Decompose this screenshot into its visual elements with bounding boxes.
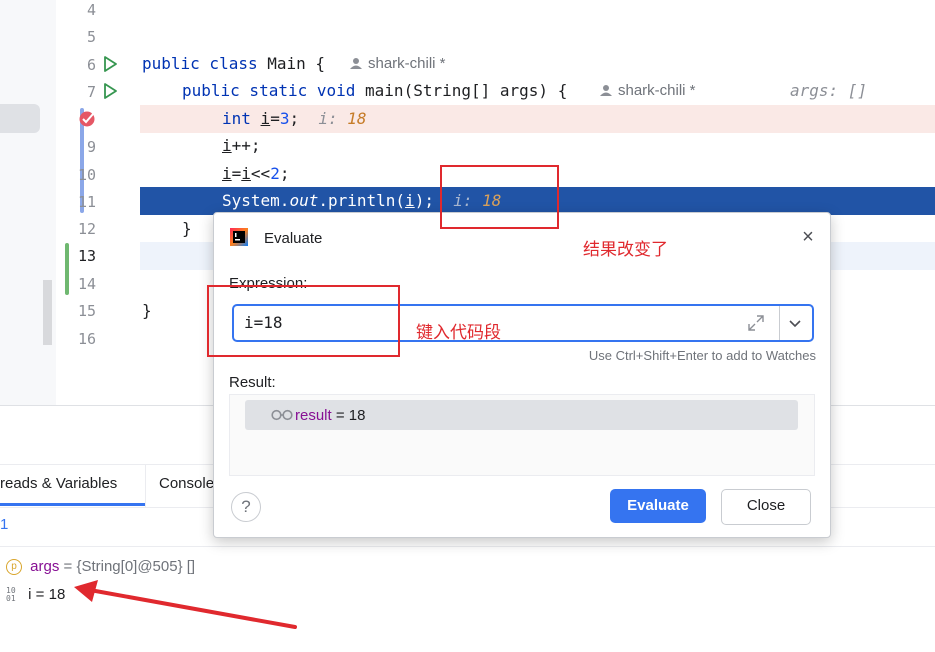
breakpoint-icon[interactable]: [78, 109, 98, 129]
line-number: 14: [77, 275, 96, 293]
variable-name: args: [30, 558, 60, 575]
dropdown-separator: [779, 306, 780, 340]
code-line-15: }: [142, 301, 152, 320]
tab-divider: [145, 465, 146, 507]
selected-tool-highlight[interactable]: [0, 104, 40, 133]
variable-value: = {String[0]@505} []: [59, 558, 196, 575]
help-button[interactable]: ?: [231, 492, 261, 522]
annotation-box-result: [440, 165, 559, 229]
annotation-arrow: [74, 580, 297, 629]
chevron-down-icon[interactable]: [786, 314, 804, 332]
code-line-8: int i=3; i: 18: [222, 109, 367, 128]
expand-icon[interactable]: [746, 313, 766, 333]
variable-value: = 18: [31, 586, 66, 603]
line-number: 7: [86, 83, 96, 101]
annotation-box-expression: [207, 285, 400, 357]
watches-hint: Use Ctrl+Shift+Enter to add to Watches: [588, 348, 816, 363]
annotation-result-changed: 结果改变了: [583, 240, 668, 259]
parameter-icon: p: [6, 559, 22, 576]
line-number: 15: [77, 302, 96, 320]
dialog-title: Evaluate: [264, 230, 323, 247]
line-number: 4: [86, 1, 96, 19]
close-button[interactable]: Close: [721, 489, 811, 525]
tab-threads-variables[interactable]: reads & Variables: [0, 475, 117, 492]
annotation-enter-code: 键入代码段: [416, 323, 501, 342]
code-line-12: }: [182, 219, 192, 238]
primitive-variable-icon: 10 01: [6, 586, 16, 604]
intellij-logo-icon: [230, 228, 248, 246]
result-tree: result = 18: [229, 394, 815, 476]
result-value: result = 18: [295, 407, 366, 424]
line-number: 10: [77, 166, 96, 184]
line-number: 16: [77, 330, 96, 348]
tab-console[interactable]: Console: [159, 475, 214, 492]
code-author-hint[interactable]: shark-chili *: [618, 82, 696, 99]
line-number: 9: [86, 138, 96, 156]
tool-window-strip: [0, 0, 56, 405]
watch-glasses-icon: [271, 409, 293, 421]
code-line-9: i++;: [222, 136, 261, 155]
line-number: 6: [86, 56, 96, 74]
result-label: Result:: [229, 374, 276, 391]
line-number: 13: [77, 247, 96, 265]
frame-item[interactable]: 1: [0, 516, 8, 533]
vertical-scrollbar[interactable]: [43, 280, 52, 345]
line-number: 11: [77, 193, 96, 211]
author-icon: [350, 58, 362, 69]
line-number: 5: [86, 28, 96, 46]
evaluate-button[interactable]: Evaluate: [610, 489, 706, 523]
line-number: 12: [77, 220, 96, 238]
variable-row-i[interactable]: 10 01 i = 18: [6, 586, 65, 603]
inline-debug-hint: args: []: [790, 81, 868, 100]
code-line-6: public class Main {: [142, 54, 326, 73]
code-author-hint[interactable]: shark-chili *: [368, 55, 446, 72]
author-icon: [600, 85, 612, 96]
result-row[interactable]: result = 18: [245, 400, 798, 430]
close-icon[interactable]: ×: [798, 227, 818, 247]
code-line-7: public static void main(String[] args) {: [182, 81, 568, 100]
run-main-icon[interactable]: [103, 83, 117, 99]
run-class-icon[interactable]: [103, 56, 117, 72]
variable-row-args[interactable]: p args = {String[0]@505} []: [6, 558, 196, 576]
code-line-10: i=i<<2;: [222, 164, 290, 183]
evaluate-dialog: Evaluate × Expression: Use Ctrl+Shift+En…: [213, 212, 831, 538]
